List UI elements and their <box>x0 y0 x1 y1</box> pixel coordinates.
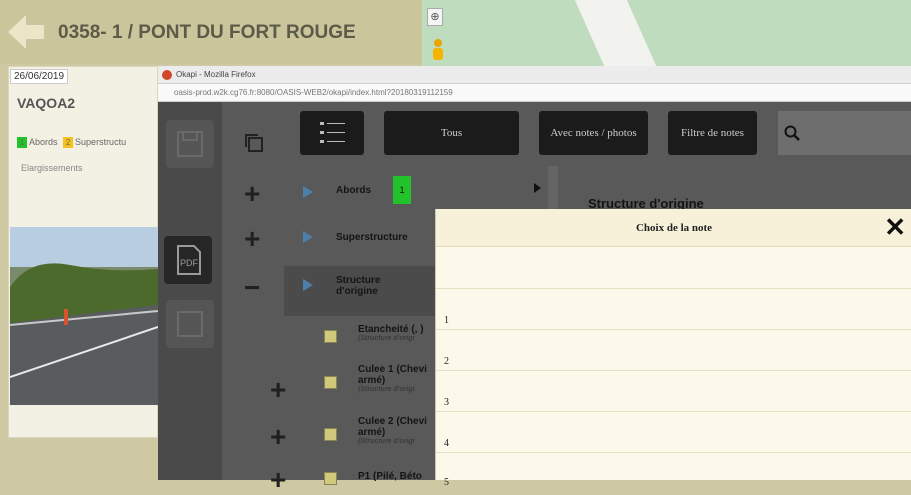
save-secondary-icon[interactable] <box>166 300 214 348</box>
subitem-label: Etancheité (, ) <box>358 324 424 335</box>
expand-superstructure-icon[interactable]: + <box>244 225 260 253</box>
map-zoom-icon[interactable]: ⊕ <box>427 8 443 26</box>
expand-abords-icon[interactable]: + <box>244 180 260 208</box>
note-option-label: 2 <box>444 356 449 367</box>
item-checkbox[interactable] <box>324 472 337 485</box>
item-checkbox[interactable] <box>324 376 337 389</box>
expand-culee2-icon[interactable]: + <box>270 423 286 451</box>
app-header: 0358- 1 / PONT DU FORT ROUGE <box>0 0 422 64</box>
tree-subitem-p1[interactable]: P1 (Pilé, Béto <box>358 471 422 482</box>
modal-header: Choix de la note ✕ <box>436 209 911 247</box>
filter-notes-button[interactable]: Filtre de notes <box>668 111 757 155</box>
subitem-label: Culee 2 (Chevi <box>358 416 427 427</box>
note-option-3[interactable]: 3 <box>436 371 911 412</box>
tree-subitem-culee1[interactable]: Culee 1 (Chevi armé) (Structure d'origi <box>358 364 427 393</box>
subitem-label: Culee 1 (Chevi <box>358 364 427 375</box>
note-option-5[interactable]: 5 <box>436 453 911 494</box>
note-option-2[interactable]: 2 <box>436 330 911 371</box>
list-icon <box>320 122 345 143</box>
map-view[interactable] <box>422 0 911 68</box>
browser-titlebar: Okapi - Mozilla Firefox <box>158 66 911 84</box>
copy-icon[interactable] <box>244 133 264 153</box>
structure-line1: Structure <box>336 275 381 286</box>
collapse-structure-icon[interactable]: − <box>244 274 260 302</box>
legend-label-elargissements: Elargissements <box>21 163 83 173</box>
superstructure-arrow-icon <box>303 231 313 243</box>
browser-url-bar[interactable]: oasis-prod.w2k.cg76.fr:8080/OASIS-WEB2/o… <box>158 84 911 102</box>
filter-all-button[interactable]: Tous <box>384 111 519 155</box>
info-panel: 26/06/2019 VAQOA2 1 Abords 2 Superstructu … <box>8 66 158 438</box>
tree-item-abords[interactable]: Abords <box>336 185 371 196</box>
tree-item-superstructure[interactable]: Superstructure <box>336 232 408 243</box>
abords-arrow-icon <box>303 186 313 198</box>
note-choice-modal: Choix de la note ✕ 1 2 3 4 5 <box>435 209 911 488</box>
note-option-1[interactable]: 1 <box>436 289 911 330</box>
close-icon[interactable]: ✕ <box>884 214 906 240</box>
bridge-photo-image <box>10 227 158 405</box>
page-title: 0358- 1 / PONT DU FORT ROUGE <box>58 22 356 43</box>
modal-title: Choix de la note <box>635 222 713 234</box>
subitem-parent: (Structure d'origi <box>358 386 415 393</box>
legend-label-abords: Abords <box>29 137 58 147</box>
pdf-export-button[interactable]: PDF <box>164 236 212 284</box>
tree-subitem-etancheite[interactable]: Etancheité (, ) (Structure d'origi <box>358 324 424 342</box>
structure-code: VAQOA2 <box>17 95 76 111</box>
subitem-label-cont: armé) <box>358 375 386 386</box>
tree-subitem-culee2[interactable]: Culee 2 (Chevi armé) (Structure d'origi <box>358 416 427 445</box>
url-text: oasis-prod.w2k.cg76.fr:8080/OASIS-WEB2/o… <box>174 88 453 97</box>
item-checkbox[interactable] <box>324 330 337 343</box>
structure-line2: d'origine <box>336 286 378 297</box>
search-field[interactable] <box>778 111 911 155</box>
note-option-4[interactable]: 4 <box>436 412 911 453</box>
inspection-date: 26/06/2019 <box>10 69 69 84</box>
subitem-parent: (Structure d'origi <box>358 438 415 445</box>
note-option-label: 4 <box>444 438 449 449</box>
street-view-pegman-icon[interactable] <box>430 38 446 62</box>
search-icon <box>784 125 800 141</box>
browser-window-title: Okapi - Mozilla Firefox <box>176 70 256 79</box>
legend-chip-superstructure: 2 <box>63 137 74 149</box>
note-option-empty[interactable] <box>436 248 911 289</box>
abords-badge: 1 <box>393 176 411 204</box>
subitem-parent: (Structure d'origi <box>358 335 415 342</box>
back-arrow-icon[interactable] <box>6 12 46 52</box>
svg-text:PDF: PDF <box>180 258 199 268</box>
abords-detail-arrow-icon[interactable] <box>534 183 541 193</box>
pdf-icon: PDF <box>177 245 201 275</box>
note-option-label: 5 <box>444 477 449 488</box>
filter-notes-photos-button[interactable]: Avec notes / photos <box>539 111 648 155</box>
legend-chip-abords: 1 <box>17 137 27 149</box>
save-icon[interactable] <box>166 120 214 168</box>
legend-label-superstructure: Superstructu <box>75 137 127 147</box>
expand-culee1-icon[interactable]: + <box>270 376 286 404</box>
subitem-label-cont: armé) <box>358 427 386 438</box>
structure-arrow-icon <box>303 279 313 291</box>
expand-p1-icon[interactable]: + <box>270 466 286 494</box>
legend: 1 Abords 2 Superstructu <box>17 137 127 149</box>
note-option-label: 1 <box>444 315 449 326</box>
list-view-button[interactable] <box>300 111 364 155</box>
tree-item-structure[interactable]: Structure d'origine <box>336 275 380 297</box>
bridge-photo[interactable] <box>10 227 158 405</box>
item-checkbox[interactable] <box>324 428 337 441</box>
firefox-icon <box>162 70 172 80</box>
note-option-label: 3 <box>444 397 449 408</box>
